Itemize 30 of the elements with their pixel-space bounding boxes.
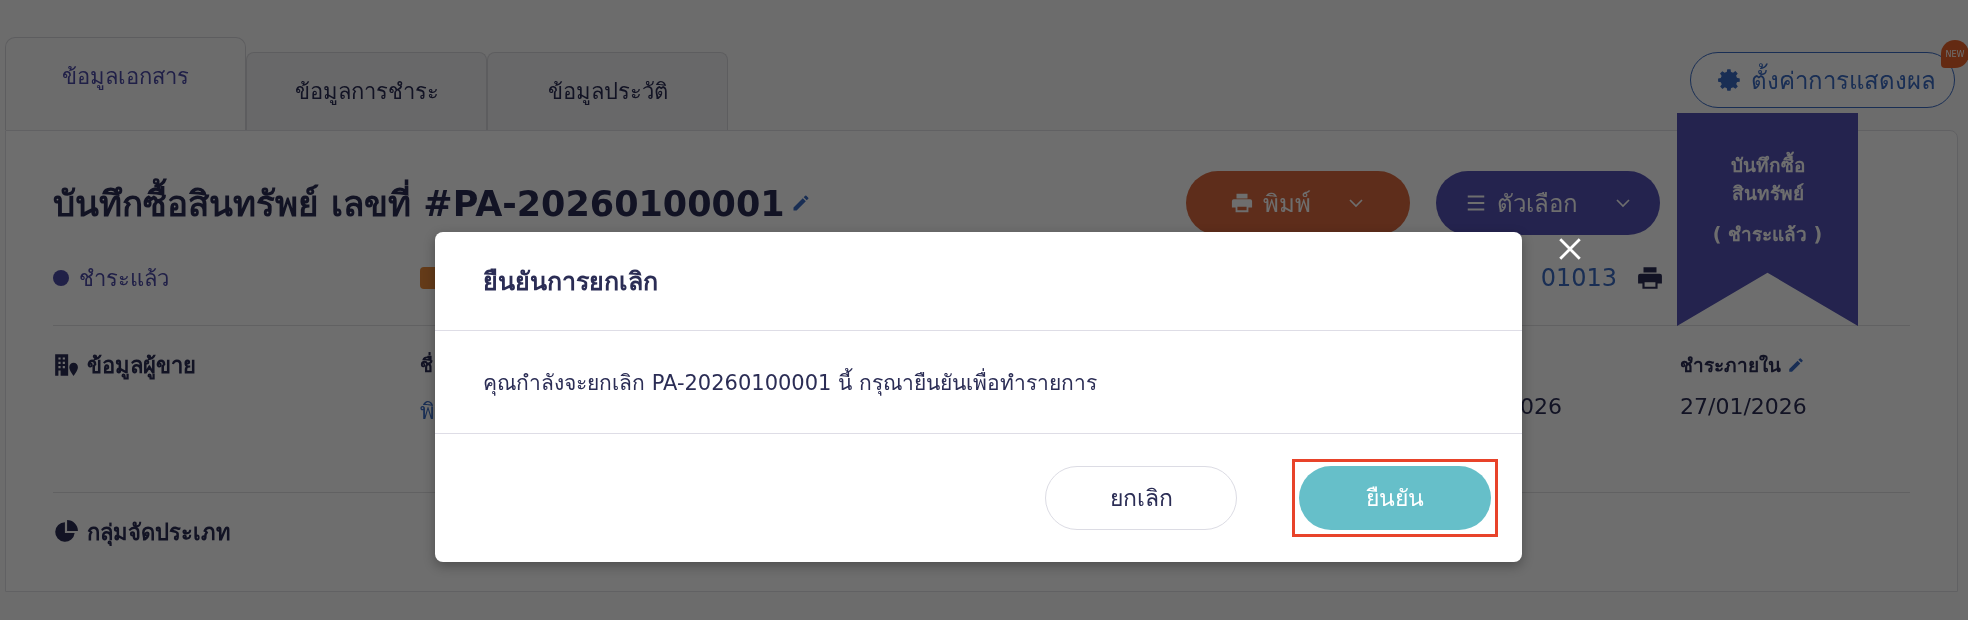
ribbon-text: บันทึกซื้อ — [1677, 151, 1858, 179]
section-title: กลุ่มจัดประเภท — [87, 518, 231, 548]
reference-link[interactable]: 01013 — [1540, 264, 1617, 292]
document-title: บันทึกซื้อสินทรัพย์ เลขที่ #PA-20260100001 — [53, 175, 785, 231]
new-badge: NEW — [1941, 40, 1968, 68]
field-label: ชำระภายใน — [1680, 353, 1781, 378]
field-label: ชื่ — [420, 351, 433, 378]
tab[interactable]: ข้อมูลประวัติ — [487, 52, 728, 130]
status-label: ชำระแล้ว — [79, 264, 169, 293]
settings-icon — [1717, 67, 1743, 93]
confirm-button[interactable]: ยืนยัน — [1299, 466, 1491, 530]
ribbon-text: สินทรัพย์ — [1730, 181, 1805, 206]
dialog-title: ยืนยันการยกเลิก — [483, 266, 658, 298]
field-value: 27/01/2026 — [1680, 394, 1808, 419]
print-button[interactable]: พิมพ์ — [1186, 171, 1410, 235]
printer-icon[interactable] — [1637, 265, 1663, 291]
building-icon — [53, 352, 79, 378]
options-button[interactable]: ตัวเลือก — [1436, 171, 1660, 235]
printer-icon — [1231, 192, 1253, 214]
tab[interactable]: ข้อมูลเอกสาร — [5, 37, 246, 130]
tab[interactable]: ข้อมูลการชำระ — [246, 52, 487, 130]
ribbon-status: ( ชำระแล้ว ) — [1711, 222, 1824, 247]
cancel-button[interactable]: ยกเลิก — [1045, 466, 1237, 530]
edit-icon[interactable] — [1787, 356, 1805, 374]
field-value: 026 — [1520, 394, 1563, 419]
dialog-message: คุณกำลังจะยกเลิก PA-20260100001 นี้ กรุณายืนยันเพื่อทำรายการ — [483, 367, 1097, 398]
pie-chart-icon — [53, 519, 79, 545]
status-dot — [53, 270, 69, 286]
close-icon[interactable] — [1557, 236, 1583, 262]
section-title: ข้อมูลผู้ขาย — [87, 351, 196, 382]
